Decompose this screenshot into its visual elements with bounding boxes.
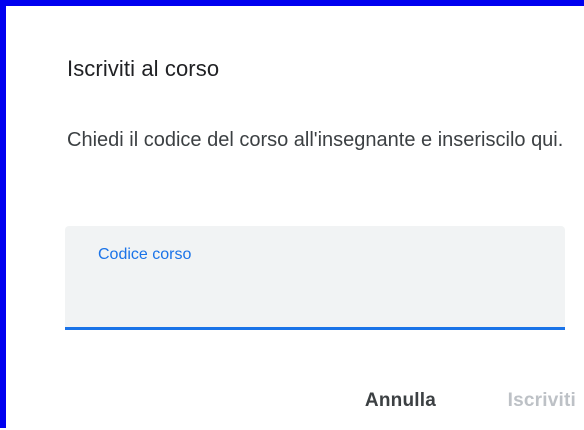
- dialog-description: Chiedi il codice del corso all'insegnant…: [67, 129, 564, 151]
- join-class-dialog: Iscriviti al corso Chiedi il codice del …: [12, 12, 584, 428]
- class-code-label: Codice corso: [98, 246, 192, 263]
- cancel-button[interactable]: Annulla: [365, 390, 436, 412]
- class-code-field[interactable]: Codice corso: [65, 226, 565, 330]
- class-code-input[interactable]: [98, 278, 538, 308]
- dialog-title: Iscriviti al corso: [67, 56, 220, 81]
- window-frame: Iscriviti al corso Chiedi il codice del …: [0, 0, 584, 428]
- join-button[interactable]: Iscriviti: [508, 390, 576, 412]
